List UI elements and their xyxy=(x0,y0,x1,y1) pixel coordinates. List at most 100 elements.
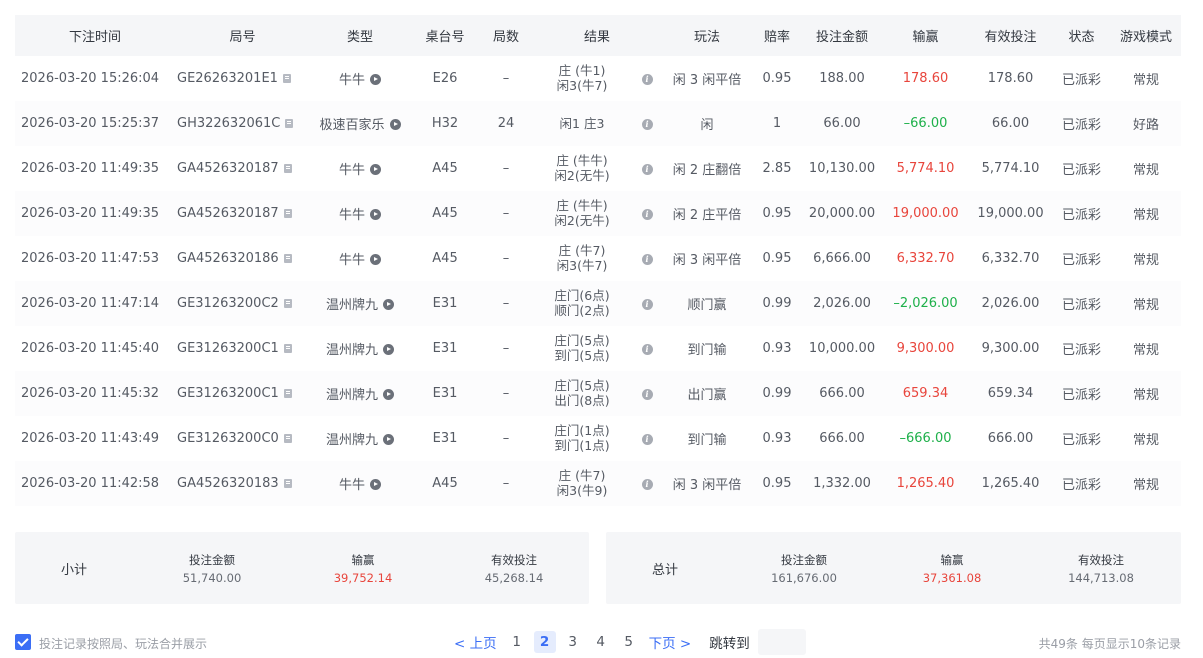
bet-amount: 20,000.00 xyxy=(808,206,876,221)
subtotal-label: 小计 xyxy=(61,563,88,578)
total-valid-label: 有效投注 xyxy=(1078,553,1124,567)
game-type: 温州牌九 xyxy=(325,388,378,403)
play-replay-icon[interactable] xyxy=(383,389,394,400)
bet-amount: 188.00 xyxy=(819,71,865,86)
next-page-link[interactable]: 下页 > xyxy=(649,632,692,652)
info-icon[interactable]: i xyxy=(641,434,653,445)
game-mode: 常规 xyxy=(1133,433,1160,448)
bet-amount: 10,130.00 xyxy=(808,161,876,176)
prev-page-link[interactable]: < 上页 xyxy=(454,632,497,652)
info-icon[interactable]: i xyxy=(641,119,653,130)
status: 已派彩 xyxy=(1062,478,1102,493)
round-cell: GA4526320186 xyxy=(175,236,310,281)
result-line-1: 庄 (牛牛) xyxy=(556,153,608,168)
round-id: GE31263200C2 xyxy=(177,296,279,311)
odds: 2.85 xyxy=(762,161,792,176)
result-info-cell: i xyxy=(632,326,662,371)
type-cell: 温州牌九 xyxy=(310,281,410,326)
column-header: 输赢 xyxy=(912,30,939,45)
play-replay-icon[interactable] xyxy=(370,74,381,85)
subtotal-win-label: 输赢 xyxy=(351,553,375,567)
play-replay-icon[interactable] xyxy=(370,164,381,175)
result-line-1: 庄门(5点) xyxy=(554,378,610,393)
result-cell: 庄 (牛7) 闲3(牛9) xyxy=(532,461,632,506)
copy-icon[interactable] xyxy=(283,434,292,443)
play-replay-icon[interactable] xyxy=(389,119,401,130)
play-replay-icon[interactable] xyxy=(370,254,381,265)
bet-amount: 2,026.00 xyxy=(813,296,871,311)
column-header: 类型 xyxy=(346,30,373,45)
result-info-cell: i xyxy=(632,101,662,146)
result-line-1: 庄 (牛1) xyxy=(558,63,606,78)
game-type: 温州牌九 xyxy=(325,433,378,448)
type-cell: 极速百家乐 xyxy=(310,101,410,146)
copy-icon[interactable] xyxy=(283,479,292,488)
copy-icon[interactable] xyxy=(283,389,292,398)
odds: 0.95 xyxy=(762,206,792,221)
info-icon[interactable]: i xyxy=(641,74,653,85)
copy-icon[interactable] xyxy=(283,254,292,263)
column-header: 有效投注 xyxy=(984,30,1037,45)
bet-time: 2026-03-20 11:49:35 xyxy=(21,161,160,176)
table-row: 2026-03-20 11:47:14 GE31263200C2 温州牌九 E31 – 庄… xyxy=(15,281,1182,326)
play-type: 到门输 xyxy=(687,343,727,358)
page-number[interactable]: 1 xyxy=(506,631,528,653)
info-icon[interactable]: i xyxy=(641,344,653,355)
play-replay-icon[interactable] xyxy=(383,434,394,445)
info-icon[interactable]: i xyxy=(641,209,653,220)
total-win-value: 37,361.08 xyxy=(922,571,982,585)
table-row: 2026-03-20 15:25:37 GH322632061C 极速百家乐 H32 2… xyxy=(15,101,1182,146)
round-cell: GA4526320183 xyxy=(175,461,310,506)
play-replay-icon[interactable] xyxy=(370,209,381,220)
result-info-cell: i xyxy=(632,371,662,416)
game-type: 牛牛 xyxy=(338,208,365,223)
bet-time: 2026-03-20 15:26:04 xyxy=(21,71,160,86)
play-replay-icon[interactable] xyxy=(383,344,394,355)
copy-icon[interactable] xyxy=(283,344,292,353)
bet-time: 2026-03-20 15:25:37 xyxy=(21,116,160,131)
merge-checkbox[interactable] xyxy=(15,634,31,650)
result-line-1: 庄 (牛7) xyxy=(558,468,606,483)
copy-icon[interactable] xyxy=(283,164,292,173)
result-cell: 庄 (牛牛) 闲2(无牛) xyxy=(532,191,632,236)
result-cell: 庄门(5点) 出门(8点) xyxy=(532,371,632,416)
page-number-current[interactable]: 2 xyxy=(533,631,556,653)
page-number[interactable]: 5 xyxy=(618,631,640,653)
subtotal-panel: 小计 投注金额 51,740.00 输赢 39,752.14 有效投注 45,2… xyxy=(15,532,589,604)
page-number[interactable]: 3 xyxy=(562,631,584,653)
copy-icon[interactable] xyxy=(282,74,291,83)
info-icon[interactable]: i xyxy=(641,479,653,490)
total-panel: 总计 投注金额 161,676.00 输赢 37,361.08 有效投注 144… xyxy=(606,532,1181,604)
bet-time: 2026-03-20 11:47:53 xyxy=(21,251,160,266)
copy-icon[interactable] xyxy=(285,119,294,128)
result-line-2: 顺门(2点) xyxy=(554,303,610,318)
round-id: GA4526320183 xyxy=(177,476,279,491)
column-header: 玩法 xyxy=(694,30,721,45)
table-body: 2026-03-20 15:26:04 GE26263201E1 牛牛 E26 – 庄 (… xyxy=(15,56,1182,506)
page-number[interactable]: 4 xyxy=(590,631,612,653)
odds: 0.99 xyxy=(762,296,792,311)
info-icon[interactable]: i xyxy=(641,254,653,265)
copy-icon[interactable] xyxy=(283,209,292,218)
bet-amount: 666.00 xyxy=(819,431,865,446)
table-number: E31 xyxy=(432,431,458,446)
info-icon[interactable]: i xyxy=(641,164,653,175)
win-loss: 19,000.00 xyxy=(892,206,959,221)
info-icon[interactable]: i xyxy=(641,299,653,310)
status: 已派彩 xyxy=(1062,253,1102,268)
game-mode: 常规 xyxy=(1133,253,1160,268)
table-number: E31 xyxy=(432,386,458,401)
bet-time: 2026-03-20 11:42:58 xyxy=(21,476,160,491)
result-line-2: 闲3(牛7) xyxy=(556,258,608,273)
table-row: 2026-03-20 11:49:35 GA4526320187 牛牛 A45 – 庄 (… xyxy=(15,146,1181,191)
copy-icon[interactable] xyxy=(283,299,292,308)
status: 已派彩 xyxy=(1062,208,1102,223)
info-icon[interactable]: i xyxy=(641,389,653,400)
jump-to-page-input[interactable] xyxy=(757,629,806,655)
game-mode: 常规 xyxy=(1133,478,1160,493)
subtotal-win-value: 39,752.14 xyxy=(333,571,393,585)
play-replay-icon[interactable] xyxy=(370,479,381,490)
play-replay-icon[interactable] xyxy=(383,299,394,310)
valid-bet: 178.60 xyxy=(987,71,1034,86)
type-cell: 温州牌九 xyxy=(310,416,410,461)
